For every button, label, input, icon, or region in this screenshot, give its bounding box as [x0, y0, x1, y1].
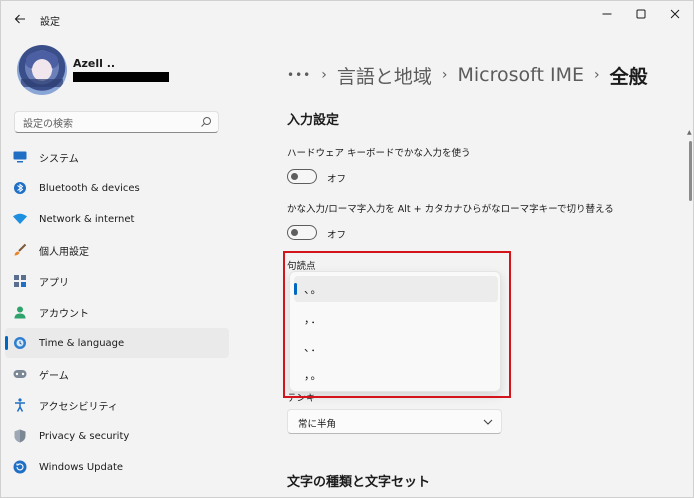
- user-name: Azell ..: [73, 57, 116, 70]
- sidebar-item-gaming[interactable]: ゲーム: [5, 359, 229, 389]
- sidebar-item-personalization[interactable]: 個人用設定: [5, 235, 229, 265]
- sidebar-item-system[interactable]: システム: [5, 142, 229, 172]
- update-icon: [13, 460, 27, 474]
- sidebar-nav: システム Bluetooth & devices Network & inter…: [5, 142, 229, 483]
- sidebar-item-label: Time & language: [39, 337, 125, 349]
- search-input[interactable]: [15, 114, 185, 135]
- toggle-state-label: オフ: [327, 174, 347, 185]
- chevron-right-icon: ›: [593, 67, 600, 83]
- brush-icon: [13, 243, 27, 257]
- search-box[interactable]: [14, 111, 219, 135]
- sidebar-item-accessibility[interactable]: アクセシビリティ: [5, 390, 229, 420]
- tenkey-dropdown-value: 常に半角: [298, 419, 337, 430]
- breadcrumb-language-region[interactable]: 言語と地域: [337, 62, 432, 89]
- back-button[interactable]: [11, 10, 29, 28]
- sidebar-item-label: アプリ: [39, 277, 69, 289]
- search-icon[interactable]: [200, 116, 212, 128]
- scroll-up-arrow[interactable]: ▲: [687, 129, 692, 136]
- chevron-right-icon: ›: [321, 67, 327, 83]
- wifi-icon: [13, 212, 27, 226]
- sidebar-item-label: Windows Update: [39, 461, 124, 473]
- redacted-email: [73, 72, 169, 82]
- toggle-knob: [291, 173, 298, 180]
- close-icon: [670, 9, 680, 19]
- section-title-input: 入力設定: [287, 113, 340, 128]
- bluetooth-icon: [13, 181, 27, 195]
- toggle-alt-switch[interactable]: [287, 225, 317, 240]
- sidebar-item-label: システム: [39, 153, 79, 165]
- toggle-state-label: オフ: [327, 230, 347, 241]
- sidebar-item-bluetooth[interactable]: Bluetooth & devices: [5, 173, 229, 203]
- globe-clock-icon: [13, 336, 27, 350]
- section-title-chars: 文字の種類と文字セット: [287, 475, 431, 490]
- avatar[interactable]: [17, 45, 67, 95]
- maximize-button[interactable]: [627, 5, 655, 23]
- sidebar-item-label: アクセシビリティ: [39, 401, 118, 413]
- chevron-right-icon: ›: [441, 67, 448, 83]
- scrollbar-thumb[interactable]: [689, 141, 692, 201]
- sidebar-item-time-language[interactable]: Time & language: [5, 328, 229, 358]
- shield-icon: [13, 429, 27, 443]
- setting-label-alt-switch: かな入力/ローマ字入力を Alt + カタカナひらがなローマ字キーで切り替える: [287, 204, 614, 215]
- toggle-kana-input[interactable]: [287, 169, 317, 184]
- sidebar-item-label: アカウント: [39, 308, 89, 320]
- breadcrumb: ••• › 言語と地域 › Microsoft IME › 全般: [287, 61, 648, 89]
- active-indicator: [5, 336, 8, 350]
- accessibility-icon: [13, 398, 27, 412]
- monitor-icon: [13, 150, 27, 164]
- apps-icon: [13, 274, 27, 288]
- close-button[interactable]: [661, 5, 689, 23]
- sidebar-item-label: ゲーム: [39, 370, 69, 382]
- sidebar-item-privacy[interactable]: Privacy & security: [5, 421, 229, 451]
- minimize-button[interactable]: [593, 5, 621, 23]
- app-title: 設定: [40, 17, 60, 28]
- maximize-icon: [636, 9, 646, 19]
- toggle-knob: [291, 229, 298, 236]
- sidebar-item-label: Bluetooth & devices: [39, 182, 140, 194]
- sidebar-item-windows-update[interactable]: Windows Update: [5, 452, 229, 482]
- person-icon: [13, 305, 27, 319]
- gamepad-icon: [13, 367, 27, 381]
- sidebar-item-label: Privacy & security: [39, 430, 130, 442]
- page-title: 全般: [609, 65, 648, 88]
- sidebar-item-accounts[interactable]: アカウント: [5, 297, 229, 327]
- sidebar-item-label: Network & internet: [39, 213, 135, 225]
- minimize-icon: [602, 13, 612, 15]
- setting-label-kana-input: ハードウェア キーボードでかな入力を使う: [287, 148, 471, 159]
- breadcrumb-microsoft-ime[interactable]: Microsoft IME: [457, 64, 584, 86]
- title-bar: 設定: [1, 1, 694, 37]
- sidebar-item-apps[interactable]: アプリ: [5, 266, 229, 296]
- sidebar-item-label: 個人用設定: [39, 246, 89, 258]
- chevron-down-icon: [483, 419, 493, 425]
- tenkey-dropdown[interactable]: 常に半角: [287, 409, 502, 434]
- annotation-highlight-box: [283, 251, 511, 398]
- sidebar-item-network[interactable]: Network & internet: [5, 204, 229, 234]
- breadcrumb-overflow-button[interactable]: •••: [287, 68, 311, 82]
- arrow-left-icon: [14, 14, 25, 24]
